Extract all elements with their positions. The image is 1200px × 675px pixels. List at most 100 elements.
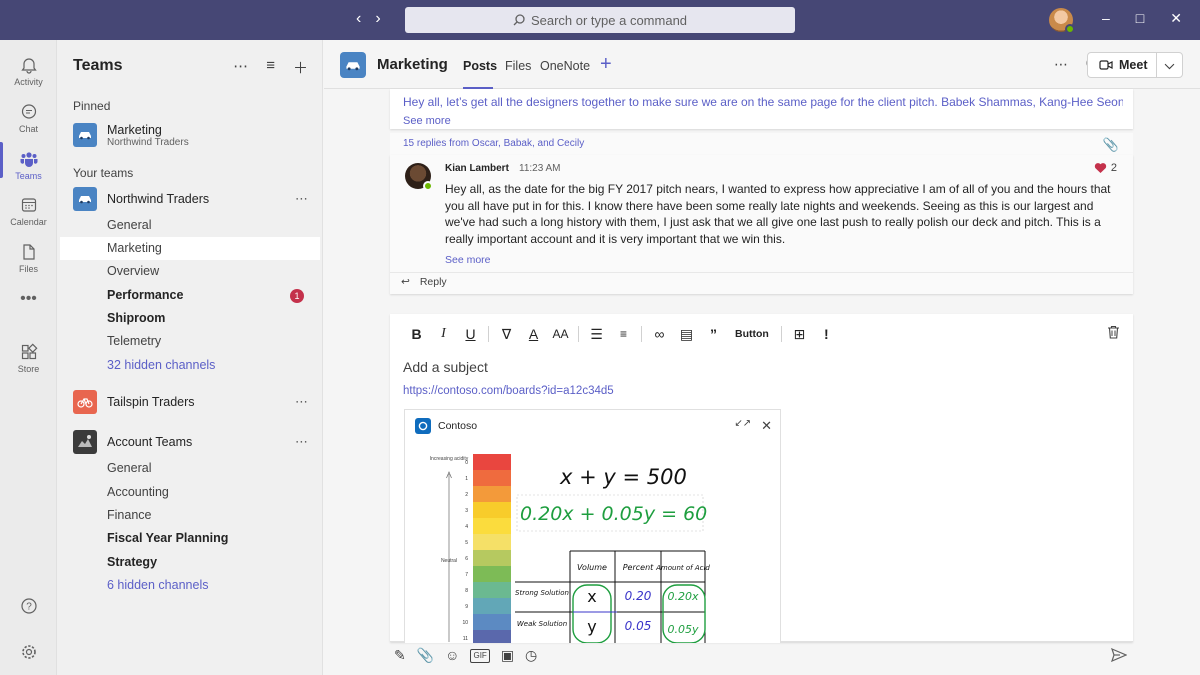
channel-fiscal-year-planning[interactable]: Fiscal Year Planning xyxy=(60,527,320,550)
trash-icon[interactable] xyxy=(1107,325,1120,342)
channel-shiproom[interactable]: Shiproom xyxy=(60,307,320,330)
rail-teams[interactable]: Teams xyxy=(0,150,57,181)
hidden-channels-link[interactable]: 32 hidden channels xyxy=(60,354,320,377)
author-name[interactable]: Kian Lambert xyxy=(445,163,509,174)
bell-icon xyxy=(20,58,37,74)
link-icon[interactable]: ∞ xyxy=(646,326,673,342)
channel-marketing[interactable]: Marketing xyxy=(60,237,320,260)
reaction-heart[interactable]: 2 xyxy=(1094,162,1117,174)
emoji-icon[interactable]: ☺ xyxy=(445,647,459,664)
divider xyxy=(390,272,1133,273)
grid-table-icon[interactable]: ⊞ xyxy=(786,326,813,343)
schedule-meeting-icon[interactable]: ◷ xyxy=(525,647,537,664)
channel-general[interactable]: General xyxy=(60,214,320,237)
team-more-icon[interactable]: ⋯ xyxy=(295,394,309,410)
search-input[interactable]: Search or type a command xyxy=(405,7,795,33)
ph-number: 2 xyxy=(465,492,468,498)
channel-telemetry[interactable]: Telemetry xyxy=(60,330,320,353)
channel-finance[interactable]: Finance xyxy=(60,504,320,527)
attach-icon[interactable]: 📎 xyxy=(417,647,434,664)
bullet-list-icon[interactable]: ☰ xyxy=(583,326,610,343)
ph-band xyxy=(473,534,511,550)
quote-icon[interactable]: ” xyxy=(700,326,727,342)
rail-chat[interactable]: Chat xyxy=(0,103,57,134)
help-icon[interactable]: ? xyxy=(0,597,57,618)
see-more-link[interactable]: See more xyxy=(445,254,491,266)
font-color-icon[interactable]: A xyxy=(520,326,547,342)
back-icon[interactable]: ‹ xyxy=(356,10,361,28)
your-teams-label: Your teams xyxy=(73,166,134,180)
chevron-down-icon[interactable]: ⌵ xyxy=(1157,58,1182,73)
replies-summary[interactable]: 15 replies from Oscar, Babak, and Cecily… xyxy=(390,133,1133,155)
filter-icon[interactable]: ≡ xyxy=(266,57,275,78)
team-northwind-traders[interactable]: Northwind Traders ⋯ xyxy=(73,184,323,214)
see-more-link[interactable]: See more xyxy=(403,115,451,127)
team-more-icon[interactable]: ⋯ xyxy=(295,191,309,207)
preview-controls: ↙↗ ✕ xyxy=(734,418,772,434)
numbered-list-icon[interactable]: ≡ xyxy=(610,327,637,341)
hidden-channels-link[interactable]: 6 hidden channels xyxy=(60,574,320,597)
channel-header: Marketing Posts Files OneNote + ⋯ Meet ⌵ xyxy=(324,40,1200,89)
channel-general[interactable]: General xyxy=(60,457,320,480)
user-avatar[interactable] xyxy=(1049,8,1075,34)
font-size-icon[interactable]: AA xyxy=(547,327,574,341)
italic-icon[interactable]: I xyxy=(430,326,457,342)
message-post: Hey all, let’s get all the designers tog… xyxy=(390,89,1133,129)
add-icon[interactable]: ＋ xyxy=(293,57,308,78)
format-toolbar: B I U ∇ A AA ☰ ≡ ∞ ▤ ” Button ⊞ ! xyxy=(403,326,840,342)
compose-icons: ✎ 📎 ☺ GIF ▣ ◷ xyxy=(394,647,537,664)
channel-accounting[interactable]: Accounting xyxy=(60,481,320,504)
cell-value: 0.05y xyxy=(667,623,698,636)
forward-icon[interactable]: › xyxy=(375,10,380,28)
close-icon[interactable]: ✕ xyxy=(761,418,772,434)
add-tab-icon[interactable]: + xyxy=(600,53,612,76)
team-account-teams[interactable]: Account Teams ⋯ xyxy=(73,427,323,457)
channel-overview[interactable]: Overview xyxy=(60,260,320,283)
highlight-icon[interactable]: ∇ xyxy=(493,326,520,343)
app-rail: Activity Chat Teams Calendar Files ••• S… xyxy=(0,40,57,675)
row-label: Strong Solution xyxy=(515,589,569,597)
cell-value: y xyxy=(587,617,596,636)
tab-onenote[interactable]: OneNote xyxy=(540,59,590,73)
subject-input[interactable]: Add a subject xyxy=(403,359,488,375)
pasted-link[interactable]: https://contoso.com/boards?id=a12c34d5 xyxy=(403,385,614,397)
settings-gear-icon[interactable] xyxy=(0,643,57,664)
ph-number: 7 xyxy=(465,572,468,578)
sticker-icon[interactable]: ▣ xyxy=(501,647,514,664)
rail-calendar[interactable]: Calendar xyxy=(0,196,57,227)
rail-activity[interactable]: Activity xyxy=(0,56,57,87)
channel-title: Marketing xyxy=(377,56,448,73)
collapse-icon[interactable]: ↙↗ xyxy=(734,418,751,434)
rail-store[interactable]: Store xyxy=(0,343,57,374)
tab-posts[interactable]: Posts xyxy=(463,59,497,73)
format-icon[interactable]: ✎ xyxy=(394,647,406,664)
pinned-team-marketing[interactable]: Marketing Northwind Traders xyxy=(73,120,323,150)
tab-files[interactable]: Files xyxy=(505,59,531,73)
channel-strategy[interactable]: Strategy xyxy=(60,551,320,574)
close-window-icon[interactable]: ✕ xyxy=(1170,10,1182,27)
insert-table-icon[interactable]: ▤ xyxy=(673,326,700,343)
minimize-icon[interactable]: – xyxy=(1102,10,1110,27)
important-icon[interactable]: ! xyxy=(813,326,840,342)
maximize-icon[interactable]: □ xyxy=(1136,10,1144,27)
team-more-icon[interactable]: ⋯ xyxy=(295,434,309,450)
reply-body: Hey all, as the date for the big FY 2017… xyxy=(445,182,1111,247)
cell-value: 0.20x xyxy=(667,590,698,603)
bold-icon[interactable]: B xyxy=(403,326,430,342)
button-insert[interactable]: Button xyxy=(727,328,777,340)
avatar[interactable] xyxy=(405,163,433,191)
send-icon[interactable] xyxy=(1111,647,1128,667)
teams-icon xyxy=(20,152,37,167)
underline-icon[interactable]: U xyxy=(457,326,484,342)
reply-button[interactable]: ↩ Reply xyxy=(401,276,447,288)
ph-band xyxy=(473,470,511,486)
team-tailspin-traders[interactable]: Tailspin Traders ⋯ xyxy=(73,387,323,417)
ph-band xyxy=(473,566,511,582)
meet-button[interactable]: Meet ⌵ xyxy=(1087,52,1183,78)
more-options-icon[interactable]: ⋯ xyxy=(1054,56,1068,73)
channel-performance[interactable]: Performance 1 xyxy=(60,284,320,307)
more-options-icon[interactable]: ⋯ xyxy=(233,57,248,78)
more-apps-icon[interactable]: ••• xyxy=(0,290,57,308)
gif-icon[interactable]: GIF xyxy=(470,649,490,663)
rail-files[interactable]: Files xyxy=(0,243,57,274)
